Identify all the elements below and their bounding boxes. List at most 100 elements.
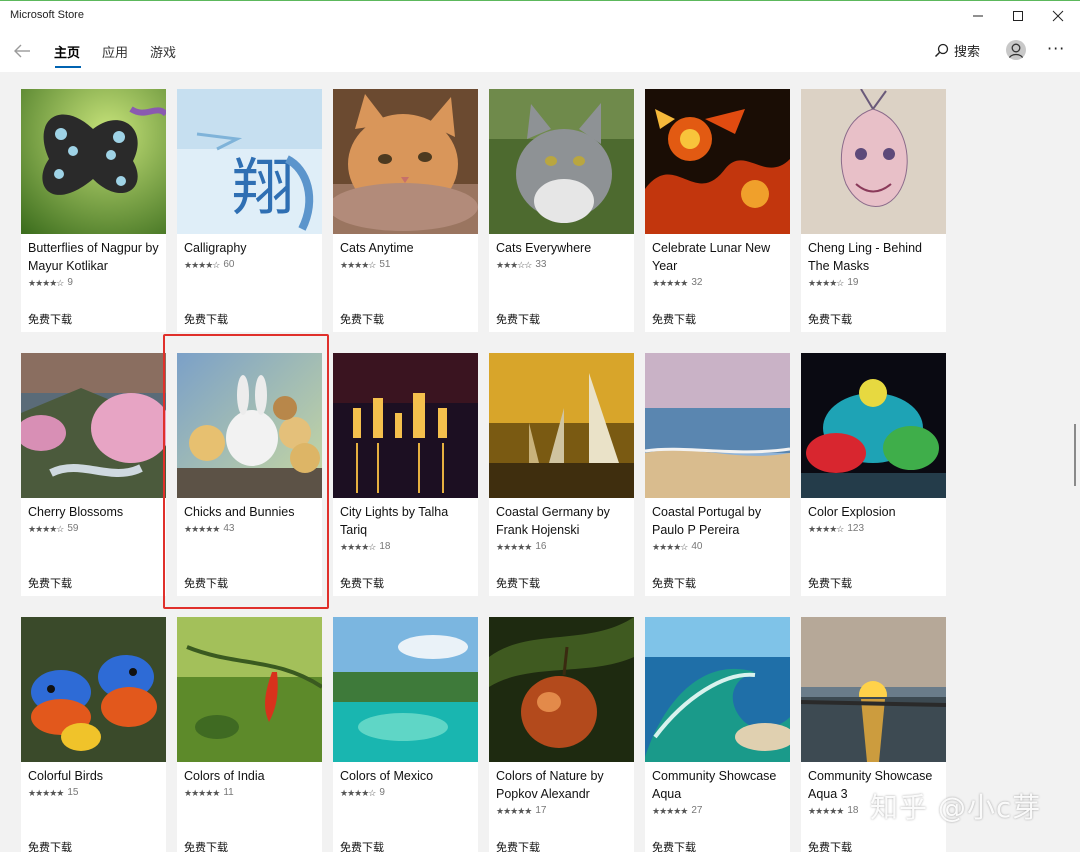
app-card[interactable]: 翔 Calligraphy ★★★★☆ 60 免费下载: [177, 89, 322, 332]
app-title[interactable]: Colorful Birds: [28, 767, 164, 785]
app-title[interactable]: Cheng Ling - Behind The Masks: [808, 239, 944, 275]
app-card[interactable]: Cats Everywhere ★★★☆☆ 33 免费下载: [489, 89, 634, 332]
app-card[interactable]: Chicks and Bunnies ★★★★★ 43 免费下载: [177, 353, 322, 596]
calligraphy-image[interactable]: 翔: [177, 89, 322, 234]
rating: ★★★☆☆ 33: [496, 257, 632, 273]
title-bar: Microsoft Store: [0, 0, 1080, 30]
app-card[interactable]: Community Showcase Aqua ★★★★★ 27 免费下载: [645, 617, 790, 852]
price-label: 免费下载: [28, 841, 72, 852]
star-rating-icon: ★★★★★: [184, 788, 220, 798]
app-title[interactable]: Color Explosion: [808, 503, 944, 521]
avatar[interactable]: [1006, 40, 1026, 60]
star-rating-icon: ★★★★★: [28, 788, 64, 798]
app-title[interactable]: Cats Anytime: [340, 239, 476, 257]
app-card[interactable]: Colors of India ★★★★★ 11 免费下载: [177, 617, 322, 852]
star-rating-icon: ★★★★☆: [808, 524, 844, 534]
chicks-bunny-image[interactable]: [177, 353, 322, 498]
app-title[interactable]: Colors of India: [184, 767, 320, 785]
window-title: Microsoft Store: [10, 9, 84, 21]
city-night-image[interactable]: [333, 353, 478, 498]
cat-image[interactable]: [333, 89, 478, 234]
price-label: 免费下载: [496, 313, 540, 326]
app-title[interactable]: Colors of Nature by Popkov Alexandr: [496, 767, 632, 803]
app-title[interactable]: Colors of Mexico: [340, 767, 476, 785]
lagoon-image[interactable]: [333, 617, 478, 762]
sunset-lake-image[interactable]: [801, 617, 946, 762]
butterfly-image[interactable]: [21, 89, 166, 234]
app-card[interactable]: Butterflies of Nagpur by Mayur Kotlikar ★…: [21, 89, 166, 332]
app-card[interactable]: Coastal Portugal by Paulo P Pereira ★★★★☆…: [645, 353, 790, 596]
back-arrow-icon[interactable]: [10, 39, 34, 63]
scrollbar[interactable]: [1074, 424, 1076, 486]
search-icon: [934, 43, 949, 58]
beach-image[interactable]: [645, 353, 790, 498]
star-rating-icon: ★★★★☆: [340, 788, 376, 798]
rating-count: 32: [691, 277, 703, 288]
star-rating-icon: ★★★★☆: [340, 260, 376, 270]
app-title[interactable]: Butterflies of Nagpur by Mayur Kotlikar: [28, 239, 164, 275]
app-card[interactable]: Celebrate Lunar New Year ★★★★★ 32 免费下载: [645, 89, 790, 332]
app-card[interactable]: Color Explosion ★★★★☆ 123 免费下载: [801, 353, 946, 596]
rating-count: 51: [379, 259, 391, 270]
price-label: 免费下载: [808, 577, 852, 590]
price-label: 免费下载: [184, 313, 228, 326]
rating: ★★★★☆ 19: [808, 275, 944, 291]
app-card[interactable]: Cherry Blossoms ★★★★☆ 59 免费下载: [21, 353, 166, 596]
rating-count: 17: [535, 805, 547, 816]
search-button[interactable]: 搜索: [934, 41, 980, 60]
sailboats-image[interactable]: [489, 353, 634, 498]
active-tab-indicator: [55, 66, 81, 68]
minimize-icon[interactable]: [958, 1, 998, 31]
app-card[interactable]: Cats Anytime ★★★★☆ 51 免费下载: [333, 89, 478, 332]
svg-text:翔: 翔: [232, 151, 294, 224]
price-label: 免费下载: [184, 577, 228, 590]
rating: ★★★★★ 11: [184, 785, 320, 801]
more-options-icon[interactable]: ···: [1047, 39, 1065, 58]
app-card[interactable]: Coastal Germany by Frank Hojenski ★★★★★ 16…: [489, 353, 634, 596]
app-title[interactable]: Chicks and Bunnies: [184, 503, 320, 521]
app-title[interactable]: Coastal Portugal by Paulo P Pereira: [652, 503, 788, 539]
rating: ★★★★★ 17: [496, 803, 632, 819]
parrots-image[interactable]: [21, 617, 166, 762]
rating-count: 43: [223, 523, 235, 534]
tab-apps[interactable]: 应用: [102, 42, 128, 61]
price-label: 免费下载: [652, 577, 696, 590]
app-title[interactable]: Celebrate Lunar New Year: [652, 239, 788, 275]
app-card[interactable]: Colorful Birds ★★★★★ 15 免费下载: [21, 617, 166, 852]
price-label: 免费下载: [28, 577, 72, 590]
app-title[interactable]: Calligraphy: [184, 239, 320, 257]
wave-image[interactable]: [645, 617, 790, 762]
app-title[interactable]: Cats Everywhere: [496, 239, 632, 257]
chili-image[interactable]: [177, 617, 322, 762]
cherry-blossom-image[interactable]: [21, 353, 166, 498]
app-card[interactable]: City Lights by Talha Tariq ★★★★☆ 18 免费下载: [333, 353, 478, 596]
price-label: 免费下载: [808, 313, 852, 326]
fruit-image[interactable]: [489, 617, 634, 762]
price-label: 免费下载: [340, 841, 384, 852]
color-powder-image[interactable]: [801, 353, 946, 498]
app-card[interactable]: Cheng Ling - Behind The Masks ★★★★☆ 19 免费下载: [801, 89, 946, 332]
tab-games[interactable]: 游戏: [150, 42, 176, 61]
star-rating-icon: ★★★★★: [496, 542, 532, 552]
close-icon[interactable]: [1038, 1, 1078, 31]
app-title[interactable]: Community Showcase Aqua: [652, 767, 788, 803]
maximize-icon[interactable]: [998, 1, 1038, 31]
rating: ★★★★☆ 9: [340, 785, 476, 801]
rating-count: 59: [67, 523, 79, 534]
tab-home[interactable]: 主页: [54, 42, 80, 61]
app-title[interactable]: City Lights by Talha Tariq: [340, 503, 476, 539]
app-card[interactable]: Colors of Mexico ★★★★☆ 9 免费下载: [333, 617, 478, 852]
product-grid: Butterflies of Nagpur by Mayur Kotlikar ★…: [21, 89, 946, 852]
app-title[interactable]: Cherry Blossoms: [28, 503, 164, 521]
grey-cat-image[interactable]: [489, 89, 634, 234]
star-rating-icon: ★★★★★: [652, 806, 688, 816]
app-card[interactable]: Colors of Nature by Popkov Alexandr ★★★★★…: [489, 617, 634, 852]
price-label: 免费下载: [340, 313, 384, 326]
rating-count: 9: [379, 787, 385, 798]
mask-art-image[interactable]: [801, 89, 946, 234]
app-title[interactable]: Coastal Germany by Frank Hojenski: [496, 503, 632, 539]
rating: ★★★★★ 27: [652, 803, 788, 819]
rating-count: 40: [691, 541, 703, 552]
rating-count: 9: [67, 277, 73, 288]
dragon-lantern-image[interactable]: [645, 89, 790, 234]
